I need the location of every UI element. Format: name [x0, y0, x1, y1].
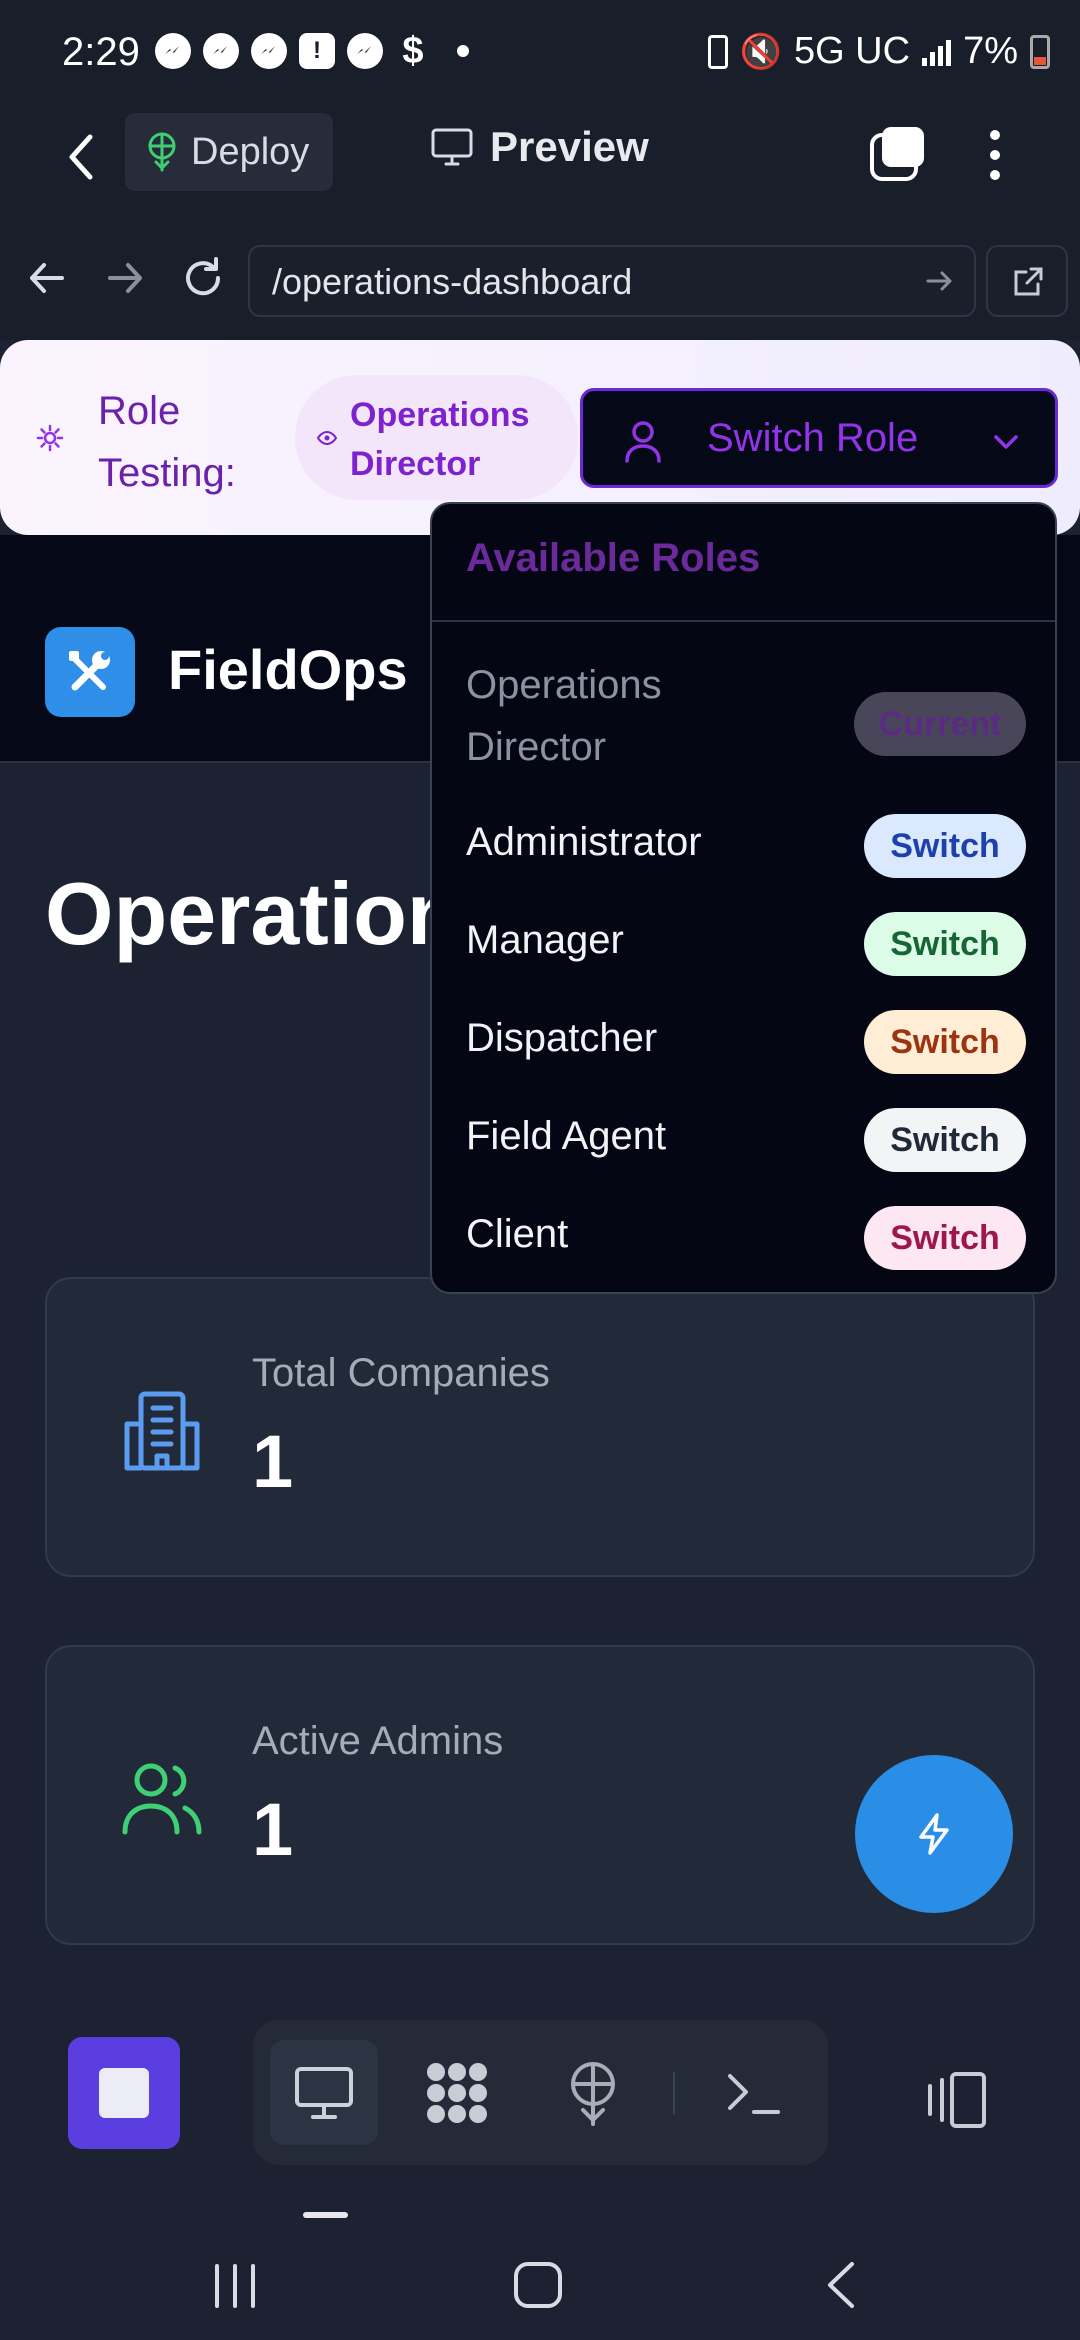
current-role-badge: Operations Director	[295, 375, 578, 500]
status-time: 2:29	[62, 30, 140, 74]
eye-icon	[317, 430, 337, 446]
apps-icon	[427, 2062, 487, 2123]
role-name: Field Agent	[466, 1114, 667, 1158]
back-icon[interactable]	[58, 127, 108, 187]
preview-tab[interactable]: Preview	[430, 123, 649, 171]
stat-value: 1	[252, 1788, 294, 1871]
preview-label: Preview	[490, 123, 649, 170]
dock-apps-button[interactable]	[403, 2040, 511, 2145]
url-input[interactable]: /operations-dashboard	[248, 245, 976, 317]
terminal-icon	[728, 2073, 780, 2114]
dock-group	[253, 2020, 828, 2165]
battery-saver-icon	[707, 34, 728, 69]
notification-icons: ! $	[155, 29, 469, 72]
app-logo[interactable]	[45, 627, 135, 717]
browser-forward-icon[interactable]	[100, 253, 150, 303]
role-name: Operations Director	[466, 663, 662, 769]
monitor-icon	[431, 128, 473, 166]
tabs-icon[interactable]	[868, 123, 928, 183]
deploy-button[interactable]: Deploy	[125, 113, 333, 191]
home-icon[interactable]	[508, 2260, 568, 2310]
deploy-label: Deploy	[191, 130, 310, 173]
reload-icon[interactable]	[178, 253, 228, 303]
stop-button[interactable]	[68, 2037, 180, 2149]
role-option-client[interactable]: Client Switch	[466, 1196, 1026, 1276]
stat-label: Active Admins	[252, 1719, 504, 1763]
lightning-icon	[919, 1813, 949, 1855]
page-title: Operations Director Dashboard	[45, 864, 465, 963]
status-bar: 2:29 ! $ 🔇 5G UC 7%	[0, 0, 1080, 105]
switch-button[interactable]: Switch	[864, 814, 1026, 878]
stat-value: 1	[252, 1420, 294, 1503]
url-text: /operations-dashboard	[272, 261, 633, 302]
role-option-administrator[interactable]: Administrator Switch	[466, 804, 1026, 884]
deploy-icon	[571, 2061, 615, 2126]
messenger-icon	[251, 33, 287, 69]
mute-icon: 🔇	[739, 32, 782, 71]
quick-action-button[interactable]	[855, 1755, 1013, 1913]
dropdown-title: Available Roles	[466, 536, 761, 580]
messenger-icon	[347, 33, 383, 69]
monitor-icon	[295, 2066, 353, 2119]
bottom-dock	[0, 1980, 1080, 2210]
role-option-operations-director: Operations Director Current	[466, 654, 1026, 784]
messenger-icon	[155, 33, 191, 69]
open-external-button[interactable]	[986, 245, 1068, 317]
role-option-manager[interactable]: Manager Switch	[466, 902, 1026, 982]
roles-dropdown: Available Roles Operations Director Curr…	[430, 502, 1057, 1294]
battery-icon	[1030, 34, 1050, 69]
chevron-down-icon	[994, 435, 1018, 449]
dock-terminal-button[interactable]	[700, 2040, 808, 2145]
tools-icon	[69, 651, 110, 691]
role-name: Manager	[466, 918, 624, 962]
role-testing-label: Role Testing:	[98, 389, 236, 495]
top-toolbar: Deploy Preview	[0, 105, 1080, 225]
users-icon	[122, 1763, 202, 1835]
external-link-icon	[1014, 267, 1043, 296]
gear-icon	[36, 424, 64, 452]
signal-icon	[922, 38, 952, 66]
stop-icon	[99, 2068, 149, 2118]
app-name: FieldOps	[168, 638, 408, 701]
system-nav-bar	[0, 2230, 1080, 2340]
dock-deploy-button[interactable]	[539, 2040, 647, 2145]
deploy-icon	[148, 132, 176, 172]
role-name: Dispatcher	[466, 1016, 658, 1060]
switch-role-label: Switch Role	[707, 416, 919, 460]
more-notifications-dot	[457, 45, 469, 57]
browser-back-icon[interactable]	[22, 253, 72, 303]
role-option-dispatcher[interactable]: Dispatcher Switch	[466, 1000, 1026, 1080]
stat-card-companies: Total Companies 1	[45, 1277, 1035, 1577]
role-option-field-agent[interactable]: Field Agent Switch	[466, 1098, 1026, 1178]
battery-percent: 7%	[963, 30, 1018, 72]
switch-button[interactable]: Switch	[864, 912, 1026, 976]
switch-role-button[interactable]: Switch Role	[580, 388, 1058, 488]
building-icon	[124, 1391, 200, 1471]
dropdown-divider	[432, 620, 1055, 622]
switch-button[interactable]: Switch	[864, 1206, 1026, 1270]
switch-button[interactable]: Switch	[864, 1010, 1026, 1074]
dock-preview-button[interactable]	[270, 2040, 378, 2145]
network-label: 5G UC	[793, 30, 911, 72]
recent-apps-icon[interactable]	[205, 2260, 265, 2310]
url-bar-row: /operations-dashboard	[0, 225, 1080, 340]
go-arrow-icon[interactable]	[924, 265, 956, 297]
current-role-badge: Current	[854, 692, 1026, 756]
active-tab-indicator	[303, 2212, 348, 2218]
role-name: Client	[466, 1212, 569, 1256]
status-right: 🔇 5G UC 7%	[707, 30, 1050, 73]
stat-label: Total Companies	[252, 1351, 550, 1395]
dollar-icon: $	[402, 29, 424, 72]
user-icon	[625, 421, 661, 463]
more-menu-icon[interactable]	[980, 125, 1010, 185]
dock-divider	[673, 2072, 675, 2114]
alert-icon: !	[299, 33, 335, 69]
current-role-text: Operations Director	[350, 396, 530, 483]
panel-toggle-icon[interactable]	[920, 2070, 990, 2130]
system-back-icon[interactable]	[812, 2260, 872, 2310]
switch-button[interactable]: Switch	[864, 1108, 1026, 1172]
messenger-icon	[203, 33, 239, 69]
role-name: Administrator	[466, 820, 702, 864]
